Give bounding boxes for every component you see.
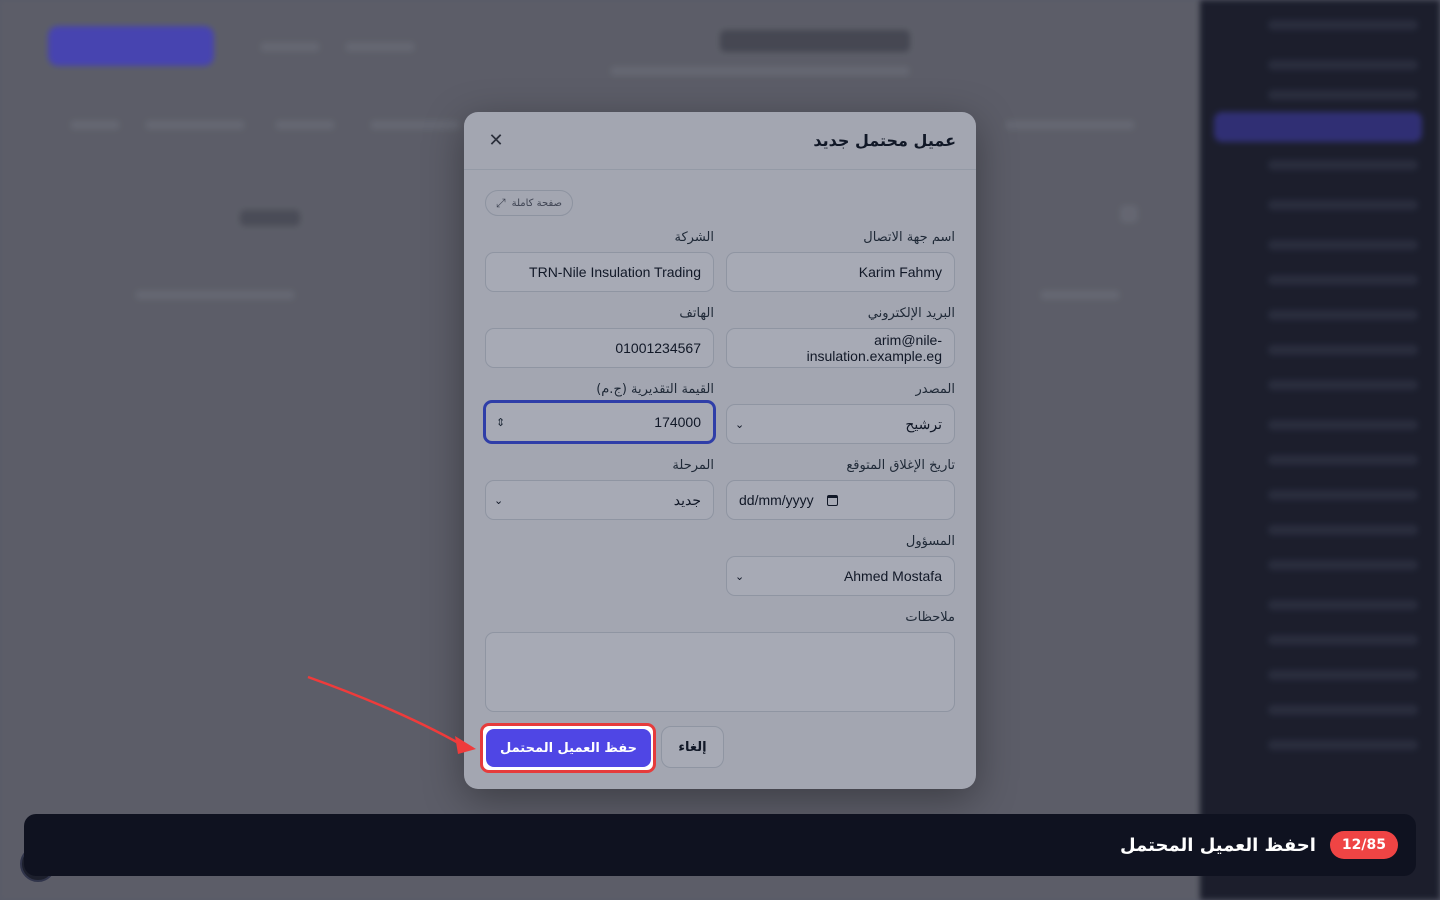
owner-label: المسؤول <box>905 534 955 549</box>
close-button[interactable]: ✕ <box>484 129 508 153</box>
company-label: الشركة <box>674 230 714 245</box>
phone-label: الهاتف <box>679 306 714 321</box>
tour-instruction-text: احفظ العميل المحتمل <box>1119 834 1316 856</box>
modal-title: عميل محتمل جديد <box>813 131 956 150</box>
fullscreen-button[interactable]: صفحة كاملة ⤢ <box>485 190 573 216</box>
tour-instruction-bar: 12/85 احفظ العميل المحتمل <box>24 814 1416 876</box>
modal-header: عميل محتمل جديد ✕ <box>464 112 976 170</box>
chevron-down-icon: ⌄ <box>735 418 745 431</box>
cancel-button[interactable]: إلغاء <box>661 726 724 768</box>
company-value: TRN-Nile Insulation Trading <box>529 264 701 280</box>
owner-value: Ahmed Mostafa <box>843 568 942 584</box>
owner-select[interactable]: Ahmed Mostafa ⌄ <box>726 556 955 596</box>
date-placeholder: dd/mm/yyyy <box>739 492 814 508</box>
stage-value: جديد <box>673 491 701 508</box>
new-lead-modal: عميل محتمل جديد ✕ صفحة كاملة ⤢ اسم جهة ا… <box>464 112 976 789</box>
expected-close-label: تاريخ الإغلاق المتوقع <box>846 458 955 473</box>
stage-select[interactable]: جديد ⌄ <box>485 480 714 520</box>
number-spinner-icon[interactable]: ⇕ <box>496 416 505 429</box>
email-label: البريد الإلكتروني <box>867 306 955 321</box>
tour-step-badge: 12/85 <box>1329 831 1398 859</box>
save-lead-button[interactable]: حفظ العميل المحتمل <box>486 729 651 767</box>
phone-value: 01001234567 <box>615 340 701 356</box>
estimated-value-value: 174000 <box>654 414 701 430</box>
close-icon: ✕ <box>488 130 504 151</box>
calendar-icon[interactable] <box>827 494 838 506</box>
company-input[interactable]: TRN-Nile Insulation Trading <box>485 252 714 292</box>
stage-label: المرحلة <box>672 458 714 473</box>
notes-textarea[interactable] <box>485 632 955 712</box>
fullscreen-label: صفحة كاملة <box>511 197 562 209</box>
expected-close-date-input[interactable]: dd/mm/yyyy <box>726 480 955 520</box>
email-value: arim@nile-insulation.example.eg <box>806 332 942 364</box>
chevron-down-icon: ⌄ <box>494 494 504 507</box>
estimated-value-label: القيمة التقديرية (ج.م) <box>596 382 714 397</box>
source-value: ترشيح <box>905 415 942 432</box>
expand-icon: ⤢ <box>496 195 506 210</box>
source-select[interactable]: ترشيح ⌄ <box>726 404 955 444</box>
notes-label: ملاحظات <box>905 610 955 625</box>
estimated-value-input[interactable]: 174000 ⇕ <box>483 400 716 444</box>
chevron-down-icon: ⌄ <box>735 570 745 583</box>
contact-name-input[interactable]: Karim Fahmy <box>726 252 955 292</box>
contact-name-value: Karim Fahmy <box>858 264 942 280</box>
phone-input[interactable]: 01001234567 <box>485 328 714 368</box>
contact-name-label: اسم جهة الاتصال <box>863 230 955 245</box>
source-label: المصدر <box>915 382 955 397</box>
email-input[interactable]: arim@nile-insulation.example.eg <box>726 328 955 368</box>
